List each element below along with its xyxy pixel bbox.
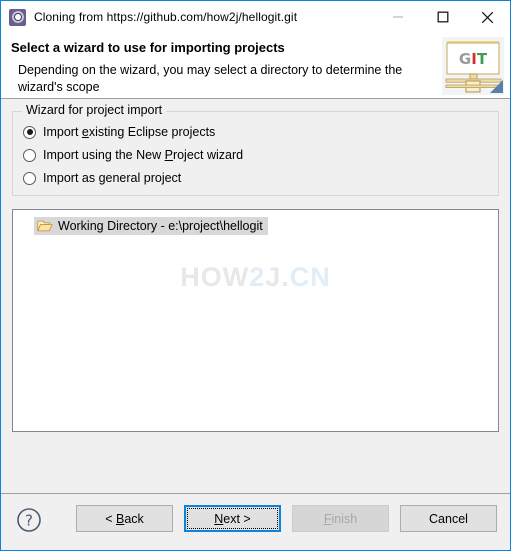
cancel-button[interactable]: Cancel	[400, 505, 497, 532]
wizard-import-group: Wizard for project import Import existin…	[12, 103, 499, 196]
next-button[interactable]: Next >	[184, 505, 281, 532]
watermark-part-3: J.	[265, 262, 290, 292]
minimize-icon[interactable]	[375, 1, 420, 33]
watermark-part-2: 2	[249, 262, 266, 292]
help-icon[interactable]: ?	[16, 507, 42, 533]
next-button-label: Next >	[214, 511, 251, 526]
page-description: Depending on the wizard, you may select …	[18, 63, 403, 94]
radio-import-as-general-project[interactable]: Import as general project	[23, 171, 181, 185]
open-folder-icon	[37, 219, 53, 233]
tree-item-label: Working Directory - e:\project\hellogit	[58, 219, 263, 233]
back-button-label: < Back	[105, 511, 144, 526]
radio-import-using-new-project-wizard[interactable]: Import using the New Project wizard	[23, 148, 243, 162]
project-tree-list[interactable]: HOW2J.CN Working Directory - e:\project\…	[12, 209, 499, 432]
watermark-part-4: CN	[289, 262, 331, 292]
page-title: Select a wizard to use for importing pro…	[11, 40, 285, 55]
watermark: HOW2J.CN	[13, 262, 498, 293]
cancel-button-label: Cancel	[429, 511, 468, 526]
radio-label: Import using the New Project wizard	[43, 148, 244, 162]
finish-button-label: Finish	[323, 511, 358, 526]
dialog-buttons: < Back Next > Finish Cancel	[76, 505, 497, 532]
svg-text:GIT: GIT	[459, 50, 488, 68]
radio-label: Import existing Eclipse projects	[43, 125, 216, 139]
maximize-icon[interactable]	[420, 1, 465, 33]
radio-indicator[interactable]	[23, 125, 36, 139]
group-legend: Wizard for project import	[22, 103, 167, 117]
watermark-part-1: HOW	[180, 262, 250, 292]
title-bar: Cloning from https://github.com/how2j/he…	[1, 1, 510, 33]
git-logo-icon: GIT	[442, 37, 504, 95]
svg-text:?: ?	[25, 512, 33, 530]
close-icon[interactable]	[465, 1, 510, 33]
radio-indicator[interactable]	[23, 148, 36, 162]
dialog-footer: ? < Back Next > Finish Cancel	[1, 493, 510, 550]
clone-import-wizard-dialog: Cloning from https://github.com/how2j/he…	[0, 0, 511, 551]
radio-indicator[interactable]	[23, 171, 36, 185]
window-controls	[375, 1, 510, 33]
eclipse-git-icon	[9, 8, 26, 26]
window-title: Cloning from https://github.com/how2j/he…	[34, 10, 298, 24]
tree-item[interactable]: Working Directory - e:\project\hellogit	[34, 217, 268, 235]
wizard-header: Select a wizard to use for importing pro…	[1, 33, 510, 99]
back-button[interactable]: < Back	[76, 505, 173, 532]
radio-import-existing-eclipse-projects[interactable]: Import existing Eclipse projects	[23, 125, 215, 139]
radio-label: Import as general project	[43, 171, 182, 185]
wizard-body: Wizard for project import Import existin…	[1, 99, 510, 493]
finish-button: Finish	[292, 505, 389, 532]
